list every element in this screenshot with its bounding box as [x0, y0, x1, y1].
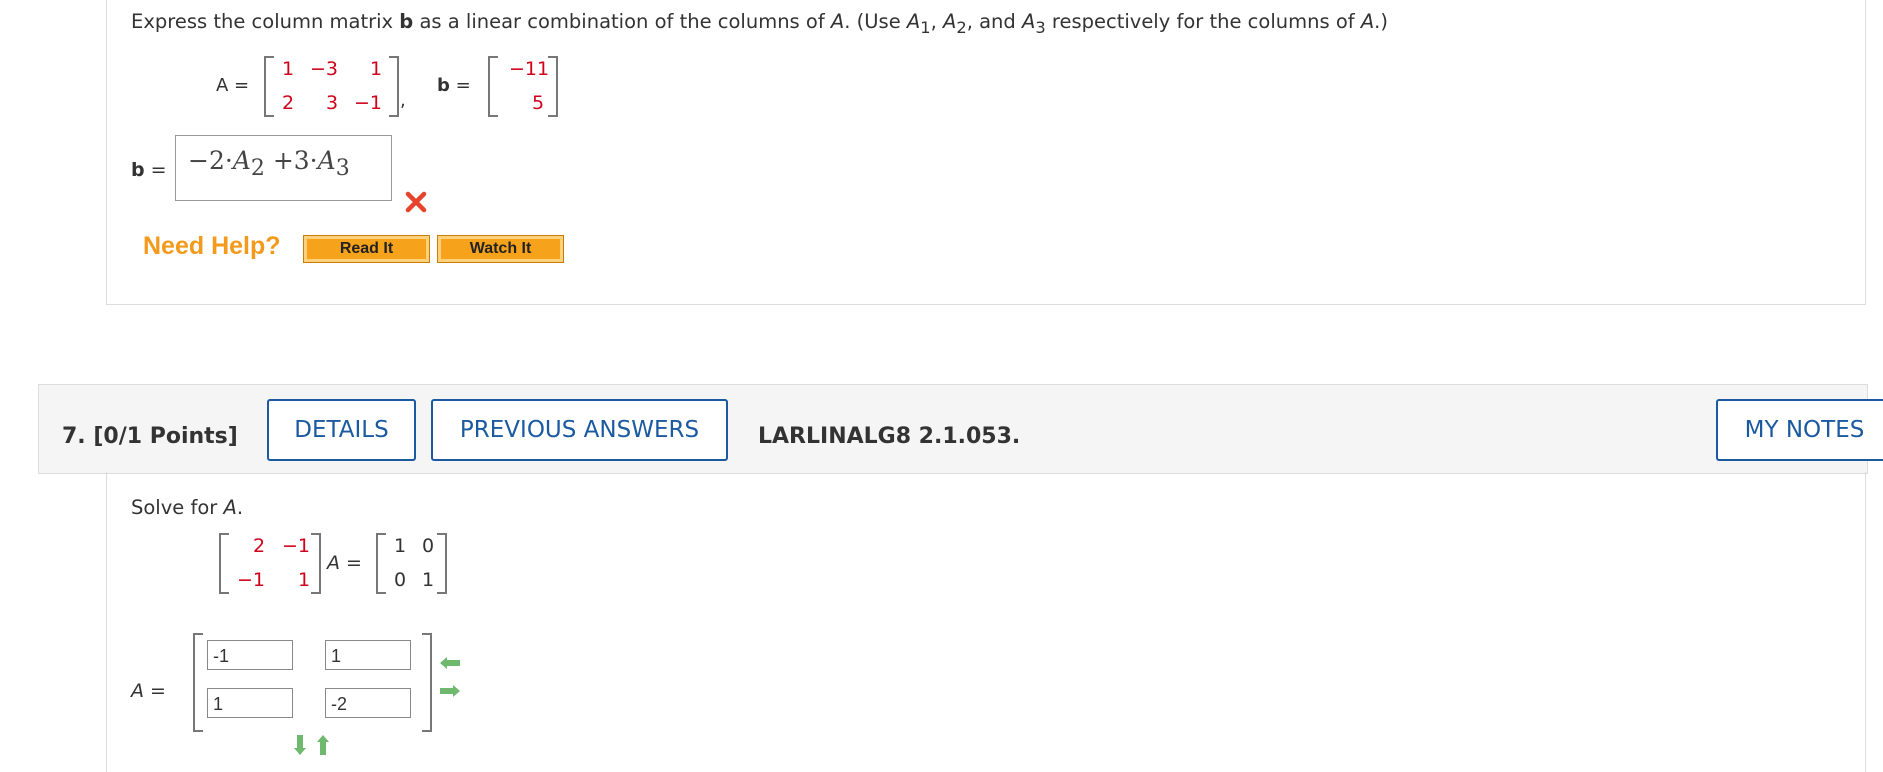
rhs-left-bracket	[376, 533, 386, 594]
q7-prompt: Solve for A.	[131, 496, 244, 519]
matrix-a-cell: 1	[370, 58, 383, 80]
matrix-a-cell: 1	[282, 58, 295, 80]
q7-code: LARLINALG8 2.1.053.	[758, 424, 1021, 449]
rhs-right-bracket	[437, 533, 447, 594]
matrix-input-r2c2[interactable]: -2	[325, 688, 411, 718]
matrix-a-cell: 2	[282, 92, 295, 114]
remove-column-arrow-icon[interactable]	[439, 655, 461, 669]
lhs-cell: −1	[237, 569, 266, 591]
matrix-a-label: A =	[216, 75, 250, 96]
my-notes-button[interactable]: MY NOTES	[1716, 399, 1883, 461]
matrix-input-r1c2[interactable]: 1	[325, 640, 411, 670]
matrix-input-r1c1[interactable]: -1	[207, 640, 293, 670]
add-column-arrow-icon[interactable]	[439, 683, 461, 697]
matrix-b-label: b =	[437, 75, 471, 96]
lhs-right-bracket	[311, 533, 321, 594]
need-help-label: Need Help?	[143, 232, 281, 260]
rhs-cell: 0	[422, 535, 435, 557]
matrix-a-cell: 3	[326, 92, 339, 114]
incorrect-x-icon	[404, 190, 428, 214]
q7-number-points: 7. [0/1 Points]	[62, 424, 238, 449]
rhs-cell: 0	[394, 569, 407, 591]
rhs-cell: 1	[394, 535, 407, 557]
details-button[interactable]: DETAILS	[267, 399, 416, 461]
matrix-b-cell: −11	[509, 58, 550, 80]
rhs-cell: 1	[422, 569, 435, 591]
matrix-b-cell: 5	[532, 92, 545, 114]
q7-panel	[106, 472, 1866, 772]
matrix-a-cell: −1	[354, 92, 383, 114]
answer-right-bracket	[422, 633, 432, 732]
matrix-a-left-bracket	[264, 56, 274, 117]
q6-prompt: Express the column matrix b as a linear …	[131, 10, 1388, 37]
answer-left-bracket	[193, 633, 203, 732]
matrix-b-right-bracket	[548, 56, 558, 117]
lhs-cell: −1	[282, 535, 311, 557]
matrix-a-right-bracket	[389, 56, 399, 117]
equation-a: A =	[327, 552, 362, 574]
lhs-cell: 2	[253, 535, 266, 557]
previous-answers-button[interactable]: PREVIOUS ANSWERS	[431, 399, 728, 461]
matrix-input-r2c1[interactable]: 1	[207, 688, 293, 718]
matrix-a-cell: −3	[310, 58, 339, 80]
remove-row-arrow-icon[interactable]	[316, 734, 330, 756]
matrix-separator-comma: ,	[400, 90, 406, 111]
answer-box[interactable]: −2·A2 +3·A3	[175, 135, 392, 201]
answer-label: b =	[131, 159, 167, 181]
add-row-arrow-icon[interactable]	[293, 734, 307, 756]
watch-it-button[interactable]: Watch It	[437, 235, 564, 263]
read-it-button[interactable]: Read It	[303, 235, 430, 263]
lhs-left-bracket	[219, 533, 229, 594]
matrix-b-left-bracket	[488, 56, 498, 117]
answer-a-label: A =	[131, 680, 166, 702]
lhs-cell: 1	[298, 569, 311, 591]
